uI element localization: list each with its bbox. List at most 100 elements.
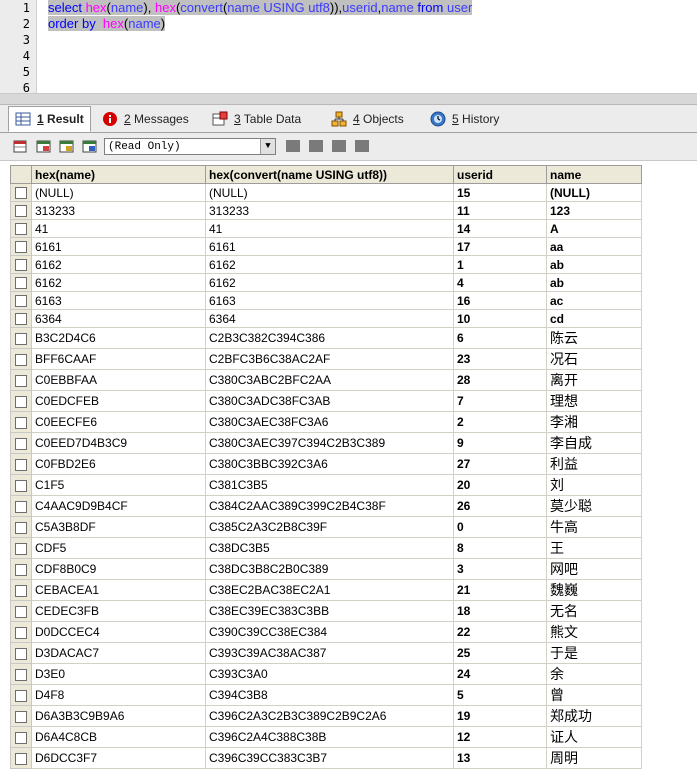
table-cell[interactable]: 8 (453, 537, 547, 559)
table-cell[interactable]: 6 (453, 327, 547, 349)
table-cell[interactable]: 理想 (546, 390, 642, 412)
insert-row-icon[interactable] (285, 138, 301, 154)
checkbox-icon[interactable] (15, 241, 27, 254)
checkbox-icon[interactable] (15, 752, 27, 765)
table-cell[interactable]: 于是 (546, 642, 642, 664)
column-header[interactable]: name (546, 165, 642, 184)
column-header[interactable]: hex(convert(name USING utf8)) (205, 165, 454, 184)
table-cell[interactable]: 陈云 (546, 327, 642, 349)
table-row[interactable]: D3DACAC7 C393C39AC38AC387 25 于是 (10, 642, 642, 664)
table-cell[interactable]: C0EECFE6 (31, 411, 206, 433)
table-cell[interactable]: 10 (453, 309, 547, 328)
table-cell[interactable]: 13 (453, 747, 547, 769)
row-checkbox[interactable] (10, 411, 32, 433)
table-cell[interactable]: 6163 (31, 291, 206, 310)
table-cell[interactable]: C4AAC9D9B4CF (31, 495, 206, 517)
column-header[interactable]: userid (453, 165, 547, 184)
table-row[interactable]: B3C2D4C6 C2B3C382C394C386 6 陈云 (10, 327, 642, 349)
table-cell[interactable]: 莫少聪 (546, 495, 642, 517)
table-cell[interactable]: 41 (205, 219, 454, 238)
checkbox-icon[interactable] (15, 437, 27, 450)
table-cell[interactable]: 李湘 (546, 411, 642, 433)
sql-editor[interactable]: 1 2 3 4 5 6 select hex(name), hex(conver… (0, 0, 697, 94)
row-checkbox[interactable] (10, 453, 32, 475)
checkbox-icon[interactable] (15, 647, 27, 660)
row-checkbox[interactable] (10, 705, 32, 727)
table-cell[interactable]: 6364 (205, 309, 454, 328)
checkbox-icon[interactable] (15, 295, 27, 308)
table-cell[interactable]: C380C3ADC38FC3AB (205, 390, 454, 412)
table-cell[interactable]: CDF8B0C9 (31, 558, 206, 580)
checkbox-icon[interactable] (15, 223, 27, 236)
checkbox-icon[interactable] (15, 668, 27, 681)
checkbox-icon[interactable] (15, 395, 27, 408)
table-cell[interactable]: C38EC2BAC38EC2A1 (205, 579, 454, 601)
checkbox-icon[interactable] (15, 374, 27, 387)
row-checkbox[interactable] (10, 747, 32, 769)
table-cell[interactable]: 利益 (546, 453, 642, 475)
row-checkbox[interactable] (10, 474, 32, 496)
table-cell[interactable]: C396C39CC383C3B7 (205, 747, 454, 769)
table-cell[interactable]: C1F5 (31, 474, 206, 496)
table-cell[interactable]: 王 (546, 537, 642, 559)
table-cell[interactable]: C396C2A4C388C38B (205, 726, 454, 748)
checkbox-icon[interactable] (15, 479, 27, 492)
table-cell[interactable]: 6162 (205, 273, 454, 292)
row-checkbox[interactable] (10, 684, 32, 706)
export-html-icon[interactable] (59, 138, 75, 154)
row-checkbox[interactable] (10, 537, 32, 559)
checkbox-icon[interactable] (15, 205, 27, 218)
row-checkbox[interactable] (10, 621, 32, 643)
table-cell[interactable]: 离开 (546, 369, 642, 391)
table-cell[interactable]: 证人 (546, 726, 642, 748)
table-cell[interactable]: 313233 (31, 201, 206, 220)
row-checkbox[interactable] (10, 432, 32, 454)
table-cell[interactable]: 9 (453, 432, 547, 454)
table-cell[interactable]: 18 (453, 600, 547, 622)
table-cell[interactable]: C2BFC3B6C38AC2AF (205, 348, 454, 370)
table-cell[interactable]: 6162 (31, 273, 206, 292)
table-cell[interactable]: C396C2A3C2B3C389C2B9C2A6 (205, 705, 454, 727)
row-checkbox[interactable] (10, 327, 32, 349)
table-cell[interactable]: C384C2AAC389C399C2B4C38F (205, 495, 454, 517)
table-cell[interactable]: D6A3B3C9B9A6 (31, 705, 206, 727)
table-row[interactable]: D0DCCEC4 C390C39CC38EC384 22 熊文 (10, 621, 642, 643)
table-cell[interactable]: D3E0 (31, 663, 206, 685)
checkbox-icon[interactable] (15, 187, 27, 200)
table-cell[interactable]: 41 (31, 219, 206, 238)
tab-objects[interactable]: 4 Objects (331, 107, 404, 131)
table-row[interactable]: C1F5 C381C3B5 20 刘 (10, 474, 642, 496)
table-cell[interactable]: 郑成功 (546, 705, 642, 727)
table-row[interactable]: 6162 6162 1 ab (10, 255, 642, 274)
table-cell[interactable]: 313233 (205, 201, 454, 220)
table-row[interactable]: C0EECFE6 C380C3AEC38FC3A6 2 李湘 (10, 411, 642, 433)
table-row[interactable]: C4AAC9D9B4CF C384C2AAC389C399C2B4C38F 26 莫少… (10, 495, 642, 517)
table-cell[interactable]: 1 (453, 255, 547, 274)
checkbox-icon[interactable] (15, 542, 27, 555)
tab-result[interactable]: 1 Result (8, 106, 91, 132)
row-checkbox[interactable] (10, 495, 32, 517)
table-row[interactable]: CEDEC3FB C38EC39EC383C3BB 18 无名 (10, 600, 642, 622)
row-checkbox[interactable] (10, 255, 32, 274)
table-cell[interactable]: C385C2A3C2B8C39F (205, 516, 454, 538)
table-cell[interactable]: 余 (546, 663, 642, 685)
table-row[interactable]: BFF6CAAF C2BFC3B6C38AC2AF 23 况石 (10, 348, 642, 370)
table-cell[interactable]: (NULL) (205, 183, 454, 202)
table-cell[interactable]: 牛高 (546, 516, 642, 538)
checkbox-icon[interactable] (15, 626, 27, 639)
table-cell[interactable]: 16 (453, 291, 547, 310)
table-cell[interactable]: 6161 (31, 237, 206, 256)
table-cell[interactable]: 6162 (205, 255, 454, 274)
table-cell[interactable]: 7 (453, 390, 547, 412)
checkbox-icon[interactable] (15, 500, 27, 513)
table-cell[interactable]: ab (546, 255, 642, 274)
table-row[interactable]: C0EBBFAA C380C3ABC2BFC2AA 28 离开 (10, 369, 642, 391)
table-cell[interactable]: C38EC39EC383C3BB (205, 600, 454, 622)
checkbox-icon[interactable] (15, 605, 27, 618)
table-cell[interactable]: D4F8 (31, 684, 206, 706)
table-cell[interactable]: CDF5 (31, 537, 206, 559)
table-cell[interactable]: C38DC3B5 (205, 537, 454, 559)
table-cell[interactable]: 26 (453, 495, 547, 517)
table-cell[interactable]: (NULL) (31, 183, 206, 202)
row-checkbox[interactable] (10, 369, 32, 391)
